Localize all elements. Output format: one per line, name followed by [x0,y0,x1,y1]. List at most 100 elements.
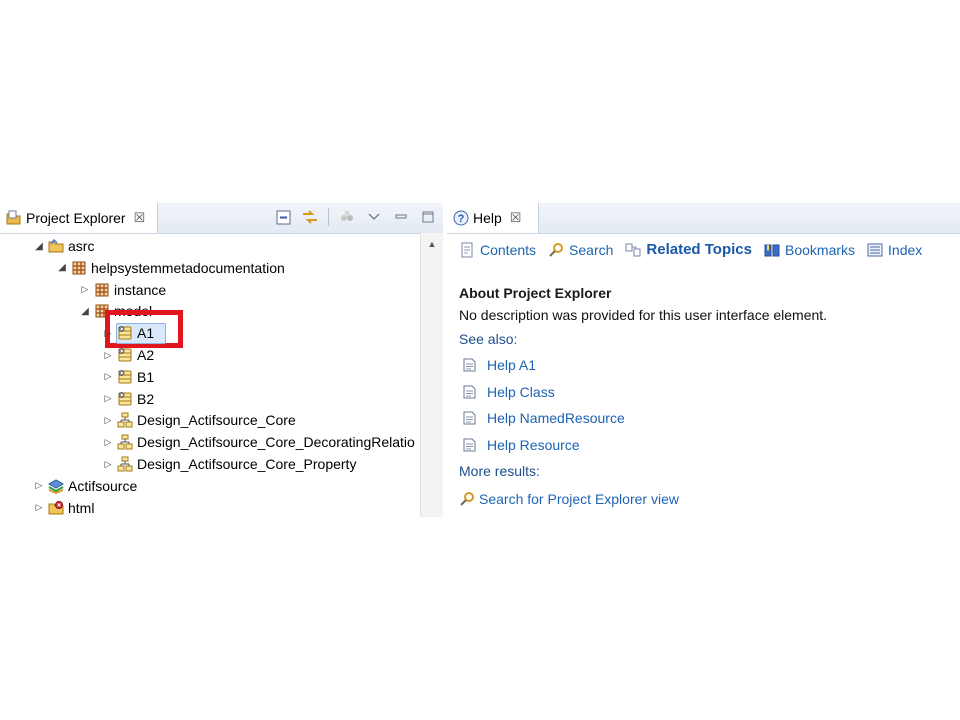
project-explorer-tabbar: Project Explorer ☒ [0,203,443,234]
tree-item-label: asrc [68,238,95,254]
tab-project-explorer[interactable]: Project Explorer ☒ [0,203,158,233]
help-tabbar: ? Help ☒ [447,203,960,234]
tree-item-a1[interactable]: ▷ C A1 [101,323,166,345]
index-icon [867,243,883,256]
link-with-editor-icon[interactable] [301,208,319,226]
tree-item-label: A2 [137,347,155,363]
tree-item-label: B1 [137,368,155,385]
tree-item-asrc[interactable]: ◢ asrc [32,236,94,256]
project-explorer-view: Project Explorer ☒ ◢ asrc ◢ helpsystemme… [0,203,443,517]
bookmarks-icon [764,244,780,256]
related-link-item[interactable]: Help Resource [459,432,952,459]
tree-item-b2[interactable]: ▷ C B2 [101,389,155,409]
collapsed-arrow-icon[interactable]: ▷ [101,393,115,404]
bookmarks-label: Bookmarks [785,241,856,258]
maximize-icon[interactable] [419,208,437,226]
bookmarks-link[interactable]: Bookmarks [764,242,855,258]
related-link-item[interactable]: Help A1 [459,352,952,379]
tree-item-design-actifsource-core-decoratingrelatio[interactable]: ▷ Design_Actifsource_Core_DecoratingRelat… [101,432,415,452]
more-results-label: More results: [459,463,540,479]
help-view: ? Help ☒ Contents Search Related Topics … [447,203,960,517]
document-icon [463,385,476,399]
collapsed-arrow-icon[interactable]: ▷ [101,350,115,361]
tree-item-label: Design_Actifsource_Core_Property [137,456,357,472]
index-link[interactable]: Index [867,242,922,258]
tree-item-label: instance [114,281,167,298]
related-topics-label: Related Topics [646,241,752,258]
tree-item-html[interactable]: ▷ html [32,498,95,517]
tree-item-b1[interactable]: ▷ C B1 [101,367,155,387]
expanded-arrow-icon[interactable]: ◢ [78,306,92,317]
tree-item-label: Design_Actifsource_Core_DecoratingRelati… [137,434,415,451]
expanded-arrow-icon[interactable]: ◢ [32,241,46,252]
collapsed-arrow-icon[interactable]: ▷ [78,284,92,295]
diagram-icon [117,434,133,450]
related-link[interactable]: Help Class [487,384,555,400]
help-content: About Project Explorer No description wa… [459,283,952,514]
tree-item-label: Actifsource [68,477,138,494]
tree-item-actifsource[interactable]: ▷ Actifsource [32,476,137,496]
search-for-view-link[interactable]: Search for Project Explorer view [479,491,679,507]
related-links-list: Help A1 Help Class Help NamedResource Help … [459,352,952,458]
scroll-up-icon[interactable]: ▲ [421,239,443,249]
related-topics-icon [625,243,641,256]
filter-icon[interactable] [338,208,356,226]
tree-item-label: A1 [137,325,155,342]
collapsed-arrow-icon[interactable]: ▷ [101,371,115,382]
collapsed-arrow-icon[interactable]: ▷ [32,502,46,513]
tree-item-label: helpsystemmetadocumentation [91,259,285,276]
expanded-arrow-icon[interactable]: ◢ [55,262,69,273]
tree-item-design-actifsource-core-property[interactable]: ▷ Design_Actifsource_Core_Property [101,454,357,474]
collapsed-arrow-icon[interactable]: ▷ [101,437,115,448]
related-link[interactable]: Help NamedResource [487,410,625,426]
tree-item-label: B2 [137,390,155,407]
diagram-icon [117,412,133,428]
class-icon: C [117,391,133,407]
class-icon: C [117,325,133,341]
project-tree[interactable]: ◢ asrc ◢ helpsystemmetadocumentation ▷ instan… [0,233,420,517]
tab-help[interactable]: ? Help ☒ [447,203,539,233]
document-icon [463,411,476,425]
contents-label: Contents [480,241,537,258]
error-folder-icon [48,500,64,516]
minimize-icon[interactable] [392,208,410,226]
related-link[interactable]: Help Resource [487,437,580,453]
search-link[interactable]: Search [548,242,613,258]
vertical-scrollbar[interactable]: ▲ [420,233,443,517]
collapsed-arrow-icon[interactable]: ▷ [101,328,115,339]
library-icon [47,478,65,494]
collapse-all-icon[interactable] [274,208,292,226]
help-heading: About Project Explorer [459,285,612,301]
collapsed-arrow-icon[interactable]: ▷ [32,480,46,491]
tree-item-helpsystemmetadocumentation[interactable]: ◢ helpsystemmetadocumentation [55,258,285,278]
diagram-icon [117,456,133,472]
package-icon [94,282,110,298]
class-icon: C [117,369,133,385]
collapsed-arrow-icon[interactable]: ▷ [101,415,115,426]
project-explorer-toolbar [274,208,437,226]
related-link-item[interactable]: Help Class [459,379,952,406]
contents-link[interactable]: Contents [459,242,536,258]
help-icon: ? [453,210,469,226]
contents-icon [461,242,473,257]
tree-item-design-actifsource-core[interactable]: ▷ Design_Actifsource_Core [101,410,296,430]
view-menu-icon[interactable] [365,208,383,226]
tree-item-instance[interactable]: ▷ instance [78,280,167,300]
search-icon [549,242,564,257]
search-for-view-row[interactable]: Search for Project Explorer view [459,484,952,514]
help-description: No description was provided for this use… [459,307,828,323]
collapsed-arrow-icon[interactable]: ▷ [101,459,115,470]
related-topics-link[interactable]: Related Topics [625,241,752,258]
tab-project-explorer-label: Project Explorer [26,210,126,226]
related-link[interactable]: Help A1 [487,357,536,373]
tree-item-label: Design_Actifsource_Core [137,412,296,429]
tree-item-a2[interactable]: ▷ C A2 [101,345,155,365]
tab-help-label: Help [473,210,502,226]
search-icon [460,492,474,506]
close-icon[interactable]: ☒ [510,210,522,226]
class-icon: C [117,347,133,363]
close-icon[interactable]: ☒ [134,210,146,226]
related-link-item[interactable]: Help NamedResource [459,405,952,432]
project-explorer-icon [6,210,21,225]
toolbar-separator [328,208,329,226]
